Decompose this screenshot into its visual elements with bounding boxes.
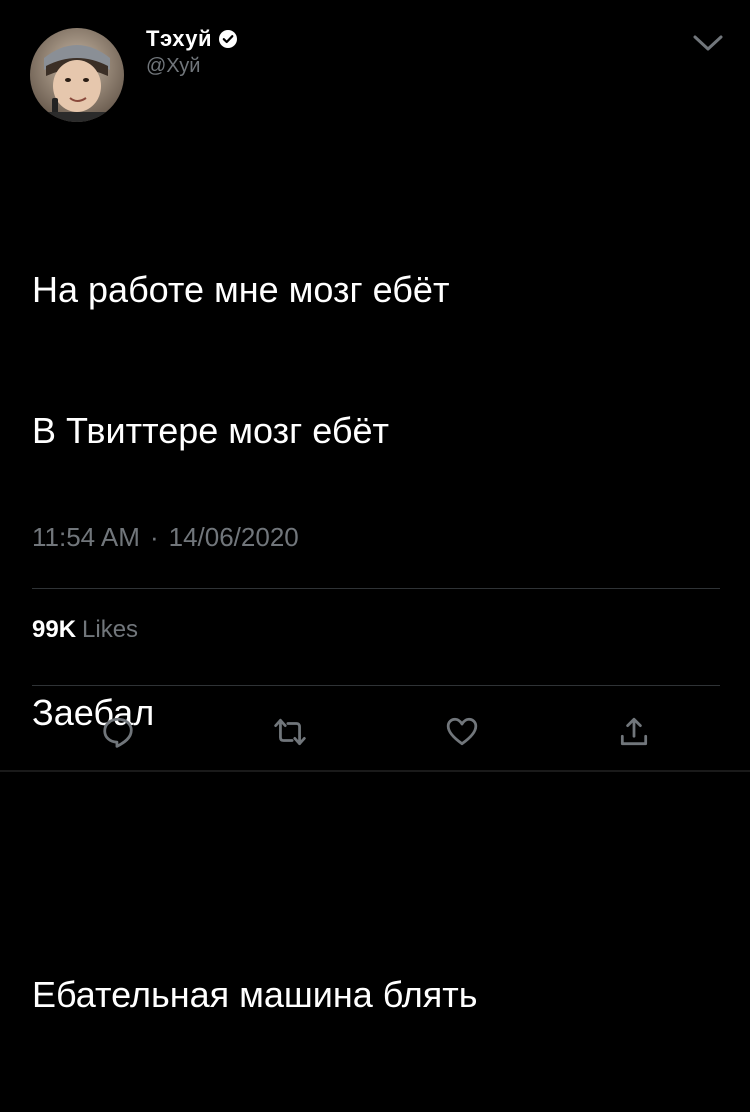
tweet-line: Ебательная машина блять (32, 974, 478, 1015)
likes-stat[interactable]: 99K Likes (32, 616, 138, 644)
action-bar (0, 710, 750, 754)
like-button[interactable] (440, 710, 484, 754)
likes-count: 99K (32, 616, 77, 643)
chevron-down-icon (693, 35, 723, 51)
retweet-icon (274, 718, 306, 746)
tweet-line: На работе мне мозг ебёт (32, 269, 450, 310)
reply-button[interactable] (96, 710, 140, 754)
author-handle[interactable]: @Хуй (146, 55, 200, 78)
verified-badge-icon (218, 29, 238, 49)
avatar-photo (30, 28, 124, 122)
tweet-line: В Твиттере мозг ебёт (32, 410, 390, 451)
display-name[interactable]: Тэхуй (146, 26, 212, 52)
author-name-row[interactable]: Тэхуй (146, 24, 238, 54)
divider (32, 685, 720, 686)
likes-label: Likes (82, 616, 139, 643)
heart-icon (446, 717, 478, 746)
tweet-menu-button[interactable] (688, 28, 728, 58)
tweet-timestamp[interactable]: 11:54 AM · 14/06/2020 (32, 522, 299, 553)
divider (32, 588, 720, 589)
bottom-border (0, 770, 750, 772)
reply-icon (103, 717, 133, 748)
share-button[interactable] (612, 710, 656, 754)
retweet-button[interactable] (268, 710, 312, 754)
avatar[interactable] (30, 28, 124, 122)
share-icon (620, 717, 648, 746)
meta-separator: · (149, 522, 159, 552)
tweet: Тэхуй @Хуй На работе мне мозг ебёт В Тви… (0, 0, 750, 1015)
tweet-time[interactable]: 11:54 AM (32, 522, 140, 553)
tweet-date[interactable]: 14/06/2020 (169, 522, 299, 553)
